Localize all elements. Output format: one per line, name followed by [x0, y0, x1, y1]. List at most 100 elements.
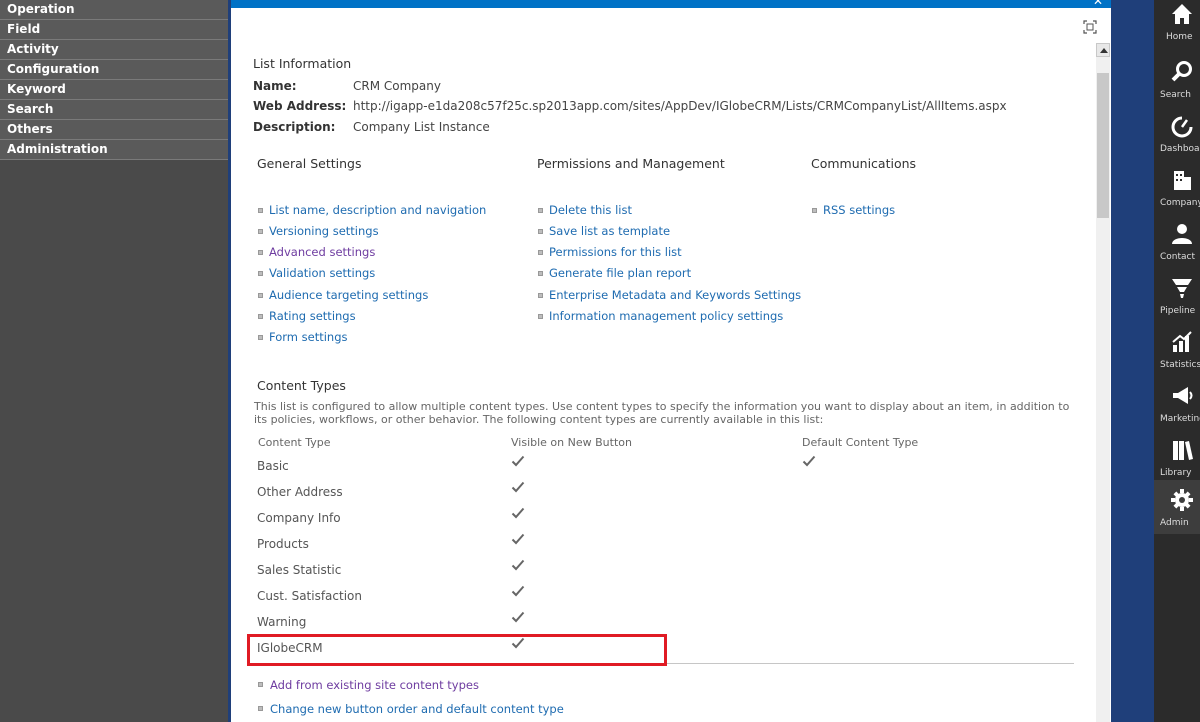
column-header-visible: Visible on New Button [511, 436, 632, 449]
link-information-management-policy[interactable]: Information management policy settings [549, 309, 783, 323]
nav-item-search[interactable]: Search [0, 100, 228, 120]
rail-label: Marketing [1160, 414, 1200, 424]
list-settings-panel: ✕ List Information Name: CRM Company Web… [231, 0, 1111, 722]
checkmark-icon [511, 611, 525, 623]
nav-item-configuration[interactable]: Configuration [0, 60, 228, 80]
search-icon [1171, 61, 1192, 82]
highlight-box [247, 634, 667, 666]
content-type-name[interactable]: Basic [257, 459, 289, 473]
link-rating-settings[interactable]: Rating settings [269, 309, 356, 323]
bullet-icon [538, 250, 543, 255]
link-enterprise-metadata[interactable]: Enterprise Metadata and Keywords Setting… [549, 288, 801, 302]
bullet-icon [258, 335, 263, 340]
rail-item-company[interactable]: Company [1154, 160, 1200, 214]
link-form-settings[interactable]: Form settings [269, 330, 347, 344]
app-rail: Home Search Dashboard Company Contact Pipelin… [1154, 0, 1200, 722]
bullet-icon [258, 250, 263, 255]
rail-label: Admin [1160, 518, 1189, 528]
bullet-icon [538, 314, 543, 319]
rail-label: Company [1160, 198, 1200, 208]
link-audience-targeting-settings[interactable]: Audience targeting settings [269, 288, 428, 302]
checkmark-icon [511, 507, 525, 519]
link-delete-list[interactable]: Delete this list [549, 203, 632, 217]
communications-heading: Communications [811, 156, 917, 171]
checkmark-icon [511, 533, 525, 545]
rail-item-pipeline[interactable]: Pipeline [1154, 268, 1200, 322]
bullet-icon [812, 208, 817, 213]
bullet-icon [538, 293, 543, 298]
company-icon [1174, 171, 1191, 190]
content-type-name[interactable]: Sales Statistic [257, 563, 341, 577]
rail-label: Search [1160, 90, 1191, 100]
link-rss-settings[interactable]: RSS settings [823, 203, 895, 217]
rail-item-admin[interactable]: Admin [1154, 480, 1200, 534]
rail-item-library[interactable]: Library [1154, 430, 1200, 484]
link-permissions[interactable]: Permissions for this list [549, 245, 682, 259]
statistics-icon [1172, 331, 1192, 352]
checkmark-icon [511, 481, 525, 493]
link-validation-settings[interactable]: Validation settings [269, 266, 375, 280]
bullet-icon [538, 271, 543, 276]
rail-item-home[interactable]: Home [1154, 0, 1200, 54]
bullet-icon [258, 271, 263, 276]
content-type-name[interactable]: Company Info [257, 511, 341, 525]
rail-label: Home [1166, 32, 1193, 42]
permissions-heading: Permissions and Management [537, 156, 725, 171]
bullet-icon [258, 293, 263, 298]
content-type-name[interactable]: Other Address [257, 485, 343, 499]
rail-item-dashboard[interactable]: Dashboard [1154, 106, 1200, 160]
nav-item-operation[interactable]: Operation [0, 0, 228, 20]
checkmark-icon [511, 585, 525, 597]
link-add-content-types[interactable]: Add from existing site content types [270, 678, 479, 692]
vertical-scrollbar[interactable] [1096, 43, 1110, 722]
bullet-icon [258, 208, 263, 213]
scroll-thumb[interactable] [1097, 73, 1109, 218]
scroll-up-icon[interactable] [1096, 43, 1110, 57]
name-label: Name: [253, 79, 297, 93]
column-header-default: Default Content Type [802, 436, 919, 449]
link-file-plan-report[interactable]: Generate file plan report [549, 266, 691, 280]
rail-label: Dashboard [1160, 144, 1200, 154]
web-address-value: http://igapp-e1da208c57f25c.sp2013app.co… [353, 99, 1007, 113]
link-advanced-settings[interactable]: Advanced settings [269, 245, 375, 259]
content-types-description: This list is configured to allow multipl… [254, 400, 1070, 426]
name-value: CRM Company [353, 79, 441, 93]
checkmark-icon [511, 455, 525, 467]
list-information-heading: List Information [253, 56, 352, 71]
nav-item-keyword[interactable]: Keyword [0, 80, 228, 100]
maximize-icon[interactable] [1083, 20, 1097, 34]
nav-item-activity[interactable]: Activity [0, 40, 228, 60]
link-save-as-template[interactable]: Save list as template [549, 224, 670, 238]
dashboard-icon [1171, 116, 1193, 138]
link-change-button-order[interactable]: Change new button order and default cont… [270, 702, 564, 716]
content-type-name[interactable]: Warning [257, 615, 306, 629]
library-icon [1173, 441, 1193, 460]
rail-item-contact[interactable]: Contact [1154, 214, 1200, 268]
left-navigation: Operation Field Activity Configuration K… [0, 0, 228, 722]
nav-item-others[interactable]: Others [0, 120, 228, 140]
rail-item-search[interactable]: Search [1154, 52, 1200, 106]
link-list-name-settings[interactable]: List name, description and navigation [269, 203, 486, 217]
nav-item-field[interactable]: Field [0, 20, 228, 40]
bullet-icon [258, 314, 263, 319]
marketing-icon [1173, 387, 1193, 404]
pipeline-icon [1172, 279, 1192, 298]
contact-icon [1172, 224, 1192, 244]
rail-label: Pipeline [1160, 306, 1196, 316]
checkmark-icon [802, 455, 816, 467]
general-settings-heading: General Settings [257, 156, 362, 171]
rail-item-marketing[interactable]: Marketing [1154, 376, 1200, 430]
bullet-icon [538, 208, 543, 213]
checkmark-icon [511, 559, 525, 571]
content-type-name[interactable]: Products [257, 537, 309, 551]
rail-item-statistics[interactable]: Statistics [1154, 322, 1200, 376]
close-icon[interactable]: ✕ [1093, 0, 1103, 8]
rail-label: Statistics [1160, 360, 1200, 370]
content-type-name[interactable]: Cust. Satisfaction [257, 589, 362, 603]
web-address-label: Web Address: [253, 99, 347, 113]
link-versioning-settings[interactable]: Versioning settings [269, 224, 379, 238]
rail-label: Contact [1160, 252, 1196, 262]
nav-item-administration[interactable]: Administration [0, 140, 228, 160]
column-header-content-type: Content Type [258, 436, 331, 449]
bullet-icon [538, 229, 543, 234]
